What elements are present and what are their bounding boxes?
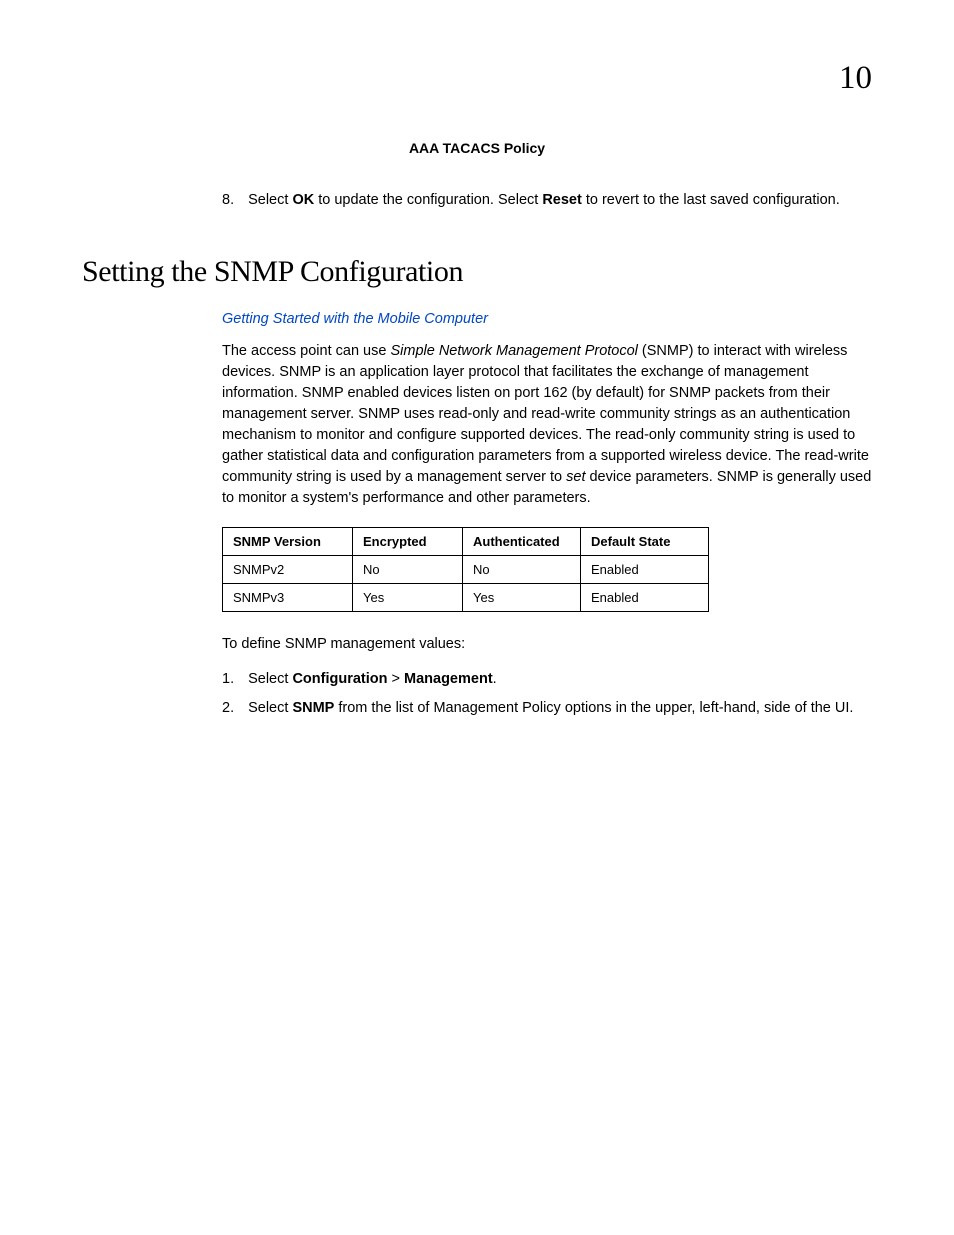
snmp-table: SNMP Version Encrypted Authenticated Def… bbox=[222, 527, 709, 612]
italic-term: Simple Network Management Protocol bbox=[390, 343, 637, 359]
text-fragment: Select bbox=[248, 700, 292, 716]
step-number: 8. bbox=[222, 190, 234, 211]
step-text: Select OK to update the configuration. S… bbox=[248, 190, 872, 211]
table-header: Default State bbox=[581, 528, 709, 556]
text-fragment: to revert to the last saved configuratio… bbox=[582, 192, 840, 208]
ok-label: OK bbox=[292, 192, 314, 208]
step-text: Select Configuration > Management. bbox=[248, 669, 872, 690]
step-2: 2. Select SNMP from the list of Manageme… bbox=[222, 698, 872, 719]
text-fragment: . bbox=[493, 671, 497, 687]
table-header: SNMP Version bbox=[223, 528, 353, 556]
section-heading: Setting the SNMP Configuration bbox=[82, 255, 872, 289]
step-1: 1. Select Configuration > Management. bbox=[222, 669, 872, 690]
bold-term: SNMP bbox=[292, 700, 334, 716]
table-cell: Enabled bbox=[581, 556, 709, 584]
bold-term: Configuration bbox=[292, 671, 387, 687]
text-fragment: (SNMP) to interact with wireless devices… bbox=[222, 343, 869, 485]
body-paragraph: To define SNMP management values: bbox=[222, 634, 872, 655]
table-cell: Yes bbox=[463, 584, 581, 612]
table-cell: SNMPv3 bbox=[223, 584, 353, 612]
step-8: 8. Select OK to update the configuration… bbox=[222, 190, 872, 211]
step-number: 2. bbox=[222, 698, 234, 719]
page-content: AAA TACACS Policy 8. Select OK to update… bbox=[82, 140, 872, 719]
text-fragment: Select bbox=[248, 192, 292, 208]
chapter-number: 10 bbox=[839, 60, 872, 97]
table-cell: No bbox=[463, 556, 581, 584]
table-cell: SNMPv2 bbox=[223, 556, 353, 584]
table-cell: Yes bbox=[353, 584, 463, 612]
text-fragment: from the list of Management Policy optio… bbox=[334, 700, 853, 716]
figure-caption: AAA TACACS Policy bbox=[82, 140, 872, 156]
table-row: SNMPv3 Yes Yes Enabled bbox=[223, 584, 709, 612]
table-row: SNMPv2 No No Enabled bbox=[223, 556, 709, 584]
step-number: 1. bbox=[222, 669, 234, 690]
text-fragment: The access point can use bbox=[222, 343, 390, 359]
reset-label: Reset bbox=[542, 192, 582, 208]
text-fragment: Select bbox=[248, 671, 292, 687]
table-header: Authenticated bbox=[463, 528, 581, 556]
text-fragment: > bbox=[387, 671, 404, 687]
table-cell: No bbox=[353, 556, 463, 584]
bold-term: Management bbox=[404, 671, 493, 687]
cross-reference-link[interactable]: Getting Started with the Mobile Computer bbox=[222, 311, 872, 327]
text-fragment: to update the configuration. Select bbox=[314, 192, 542, 208]
table-header: Encrypted bbox=[353, 528, 463, 556]
table-cell: Enabled bbox=[581, 584, 709, 612]
step-text: Select SNMP from the list of Management … bbox=[248, 698, 872, 719]
italic-term: set bbox=[566, 469, 585, 485]
table-header-row: SNMP Version Encrypted Authenticated Def… bbox=[223, 528, 709, 556]
body-paragraph: The access point can use Simple Network … bbox=[222, 341, 872, 509]
